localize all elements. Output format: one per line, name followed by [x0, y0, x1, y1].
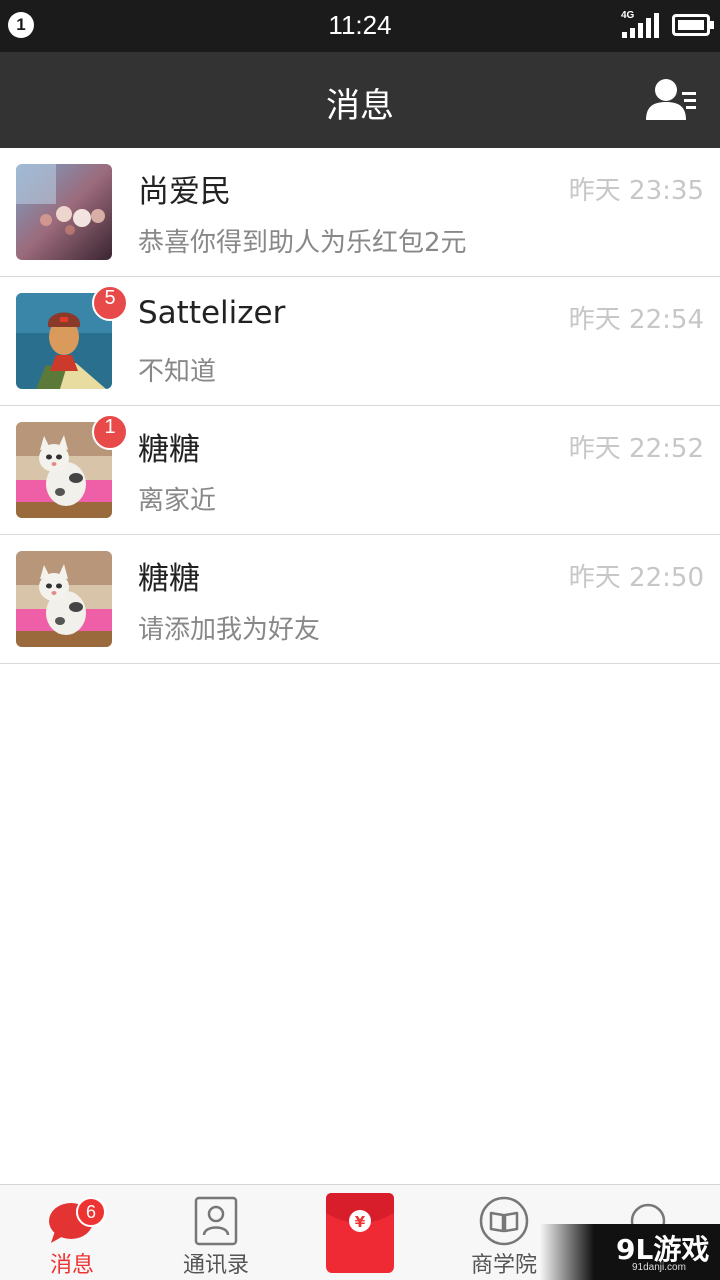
watermark: 9L游戏 91danji.com [540, 1224, 720, 1280]
battery-icon [672, 14, 714, 36]
watermark-url: 91danji.com [632, 1262, 686, 1273]
message-preview: 离家近 [138, 486, 217, 516]
message-preview: 恭喜你得到助人为乐红包2元 [138, 228, 467, 258]
unread-badge: 1 [92, 414, 128, 450]
message-time: 昨天 23:35 [568, 176, 704, 206]
tab-label: 消息 [49, 1253, 94, 1278]
unread-badge: 6 [76, 1197, 106, 1227]
contact-name: 糖糖 [138, 561, 200, 597]
svg-text:¥: ¥ [355, 1213, 366, 1231]
message-time: 昨天 22:52 [568, 434, 704, 464]
nav-bar: 消息 [0, 52, 720, 148]
contact-name: 糖糖 [138, 432, 200, 468]
avatar[interactable] [16, 551, 112, 647]
avatar[interactable] [16, 164, 112, 260]
tab-label: 通讯录 [182, 1253, 249, 1278]
tab-messages[interactable]: 6 消息 [0, 1185, 144, 1280]
message-preview: 请添加我为好友 [138, 615, 321, 645]
conversation-row[interactable]: 1 糖糖 离家近 昨天 22:52 [0, 406, 720, 535]
contact-name: Sattelizer [138, 295, 286, 331]
bokeh-photo [16, 164, 112, 260]
book-icon [479, 1196, 529, 1246]
message-preview: 不知道 [138, 357, 217, 387]
message-list: 尚爱民 恭喜你得到助人为乐红包2元 昨天 23:35 5 Sattelizer … [0, 148, 720, 664]
message-time: 昨天 22:50 [568, 563, 704, 593]
signal-icon [622, 13, 659, 38]
message-time: 昨天 22:54 [568, 305, 704, 335]
page-title: 消息 [326, 86, 394, 126]
red-packet-icon[interactable]: ¥ [326, 1193, 394, 1273]
conversation-row[interactable]: 糖糖 请添加我为好友 昨天 22:50 [0, 535, 720, 664]
contact-name: 尚爱民 [138, 174, 231, 210]
conversation-row[interactable]: 尚爱民 恭喜你得到助人为乐红包2元 昨天 23:35 [0, 148, 720, 277]
contact-book-icon [194, 1196, 238, 1246]
unread-badge: 5 [92, 285, 128, 321]
tab-contacts[interactable]: 通讯录 [144, 1185, 288, 1280]
conversation-row[interactable]: 5 Sattelizer 不知道 昨天 22:54 [0, 277, 720, 406]
cat-photo [16, 551, 112, 647]
clock: 11:24 [328, 10, 392, 40]
contacts-icon[interactable] [644, 76, 700, 124]
status-bar: 1 11:24 4G [0, 0, 720, 52]
